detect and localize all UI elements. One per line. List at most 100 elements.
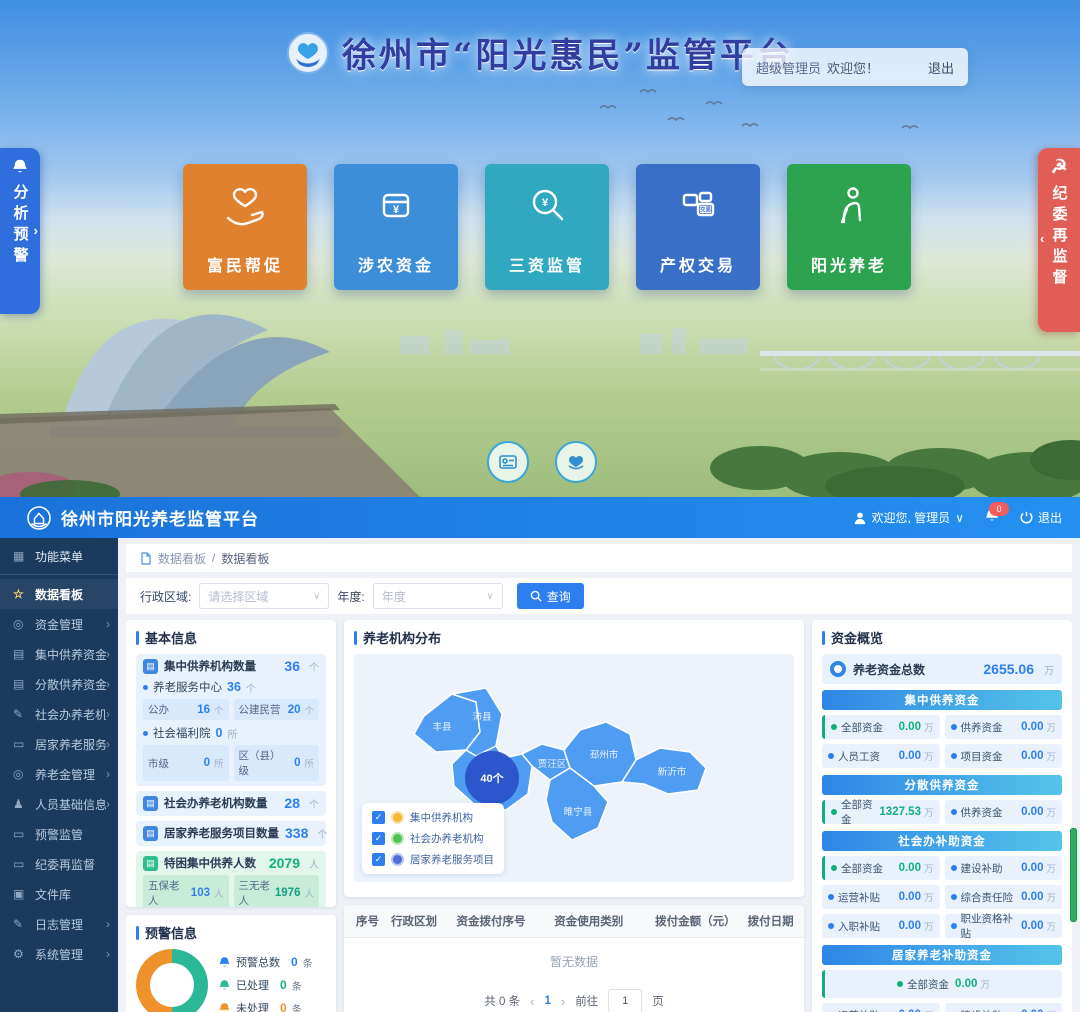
legend-total-warnings: 预警总数 0 条 (218, 954, 313, 970)
welcome-text: 欢迎您, 管理员 (872, 509, 951, 526)
bullet-dot (143, 731, 148, 736)
svg-text:¥: ¥ (542, 197, 549, 209)
total-count: 共 0 条 (484, 993, 520, 1009)
bell-icon (218, 956, 231, 969)
sidebar-item-social-institutions[interactable]: ✎ 社会办养老机构 › (0, 699, 118, 729)
dashboard-brand: 徐州市阳光养老监管平台 (26, 505, 259, 531)
checkbox-social[interactable]: ✓ (372, 832, 385, 845)
main-content: 数据看板 / 数据看板 行政区域: 请选择区域 ∨ 年度: 年度 ∨ 查询 (118, 538, 1080, 1012)
col-seq: 序号 (344, 905, 385, 938)
current-page[interactable]: 1 (544, 995, 550, 1007)
hero-title-block: 徐州市“阳光惠民”监管平台 (286, 28, 794, 77)
breadcrumb-current: 数据看板 (221, 550, 269, 567)
person-icon: ♟ (13, 797, 28, 811)
discipline-supervision-label: 纪委再监督 (1049, 185, 1070, 290)
fund-chip: 全部资金 0.00 万 (822, 856, 940, 880)
hero-quicklink-care[interactable] (555, 441, 597, 483)
warning-info-panel: 预警信息 预警总数 0 条 已处理 0 (126, 915, 336, 1012)
tile-shenong-zijin[interactable]: ¥ 涉农资金 (334, 164, 458, 290)
sub-stat-chip: 公建民营 20 个 (234, 699, 320, 720)
checkbox-central[interactable]: ✓ (372, 811, 385, 824)
basic-info-panel: 基本信息 ▤ 集中供养机构数量 36 个 养老服务中心 36 个 (126, 620, 336, 907)
search-button[interactable]: 查询 (517, 583, 584, 609)
sidebar-item-dashboard[interactable]: ☆ 数据看板 (0, 579, 118, 609)
basic-info-title: 基本信息 (145, 628, 197, 647)
hero-logout-button[interactable]: 退出 (928, 58, 954, 77)
fund-chip: 人员工资 0.00 万 (822, 744, 940, 768)
page-input[interactable] (608, 989, 642, 1012)
fund-total-card: 养老资金总数 2655.06 万 (822, 654, 1062, 684)
chevron-right-icon: › (106, 797, 110, 811)
prev-page-button[interactable]: ‹ (530, 994, 534, 1009)
hero-quicklink-card[interactable] (487, 441, 529, 483)
logout-button[interactable]: 退出 (1020, 509, 1062, 526)
collapse-arrow-icon: ‹ (1040, 231, 1044, 246)
hero-welcome-text: 欢迎您！ (827, 58, 879, 77)
sidebar-item-pension-mgmt[interactable]: ◎ 养老金管理 › (0, 759, 118, 789)
tile-label: 富民帮促 (207, 252, 283, 276)
user-menu[interactable]: 欢迎您, 管理员 ∨ (853, 509, 964, 526)
scrollbar-thumb[interactable] (1070, 828, 1077, 922)
fund-chip: 全部资金 1327.53 万 (822, 800, 940, 824)
coin-icon: ◎ (13, 617, 28, 631)
chevron-right-icon: › (106, 917, 110, 931)
banner-dispersed-fund: 分散供养资金 (822, 775, 1062, 795)
sidebar-item-system-mgmt[interactable]: ⚙ 系统管理 › (0, 939, 118, 969)
platform-logo-icon (286, 31, 330, 75)
analysis-warning-tab[interactable]: 分析预警 › (0, 148, 40, 314)
stat-card-central-institutions: ▤ 集中供养机构数量 36 个 养老服务中心 36 个 公办 (136, 654, 326, 786)
xuzhou-district-map[interactable]: 丰县 沛县 贾汪区 邳州市 新沂市 睢宁县 40个 (354, 654, 794, 882)
region-label: 睢宁县 (564, 806, 593, 818)
col-usage: 资金使用类别 (548, 905, 649, 938)
stat-card-social-institutions: ▤ 社会办养老机构数量 28 个 (136, 791, 326, 816)
ring-icon (830, 661, 846, 677)
discipline-supervision-tab[interactable]: ☭ 纪委再监督 ‹ (1038, 148, 1080, 332)
tile-yangguang-yanglao[interactable]: 阳光养老 (787, 164, 911, 290)
doc-badge-icon: ▤ (143, 796, 158, 811)
sidebar-item-file-library[interactable]: ▣ 文件库 (0, 879, 118, 909)
fund-chip: 运营补贴 0.00 万 (822, 885, 940, 909)
sidebar-item-home-care-projects[interactable]: ▭ 居家养老服务项目 › (0, 729, 118, 759)
hero-user-name: 超级管理员 (756, 58, 821, 77)
fund-overview-title: 资金概览 (831, 628, 883, 647)
region-label: 邳州市 (590, 749, 619, 761)
fund-chip: 运营补贴 0.00 万 (822, 1003, 940, 1012)
tile-sanzi-jianguan[interactable]: ¥ 三资监管 (485, 164, 609, 290)
sidebar-item-menu-header[interactable]: ▦ 功能菜单 (0, 538, 118, 575)
institution-map-panel: 养老机构分布 (344, 620, 804, 897)
pagination: 共 0 条 ‹ 1 › 前往 页 (344, 983, 804, 1012)
sidebar-item-fund-mgmt[interactable]: ◎ 资金管理 › (0, 609, 118, 639)
checkbox-homecare[interactable]: ✓ (372, 853, 385, 866)
folder-icon: ▤ (13, 647, 28, 661)
chevron-right-icon: › (106, 617, 110, 631)
next-page-button[interactable]: › (561, 994, 565, 1009)
filter-bar: 行政区域: 请选择区域 ∨ 年度: 年度 ∨ 查询 (126, 578, 1072, 614)
tile-chanquan-jiaoyi[interactable]: 交易 产权交易 (636, 164, 760, 290)
notification-bell[interactable]: 0 (984, 508, 1000, 527)
bell-icon (218, 979, 231, 992)
title-accent-bar (136, 631, 139, 645)
year-select[interactable]: 年度 ∨ (373, 583, 503, 609)
region-label: 丰县 (432, 721, 451, 733)
gear-icon: ⚙ (13, 947, 28, 961)
sidebar-item-discipline-supervision[interactable]: ▭ 纪委再监督 (0, 849, 118, 879)
col-amount: 拨付金额（元） (649, 905, 742, 938)
tile-label: 涉农资金 (358, 252, 434, 276)
tile-label: 阳光养老 (811, 252, 887, 276)
sidebar-item-dispersed-support-fund[interactable]: ▤ 分散供养资金 › (0, 669, 118, 699)
doc-badge-icon: ▤ (143, 659, 158, 674)
sidebar-item-personnel-info[interactable]: ♟ 人员基础信息 › (0, 789, 118, 819)
social-institution-icon (391, 832, 404, 845)
breadcrumb-root[interactable]: 数据看板 (158, 550, 206, 567)
sidebar-item-warning-supervision[interactable]: ▭ 预警监管 (0, 819, 118, 849)
sidebar-item-central-support-fund[interactable]: ▤ 集中供养资金 › (0, 639, 118, 669)
hero-user-box: 超级管理员 欢迎您！ 退出 (742, 48, 968, 86)
sidebar-item-log-mgmt[interactable]: ✎ 日志管理 › (0, 909, 118, 939)
tile-fumin-bangcu[interactable]: 富民帮促 (183, 164, 307, 290)
id-card-icon (498, 452, 518, 472)
region-select[interactable]: 请选择区域 ∨ (199, 583, 329, 609)
empty-table-message: 暂无数据 (344, 938, 804, 983)
elderly-person-icon (824, 180, 874, 230)
bell-icon (218, 1002, 231, 1012)
map-panel-title: 养老机构分布 (363, 628, 441, 647)
